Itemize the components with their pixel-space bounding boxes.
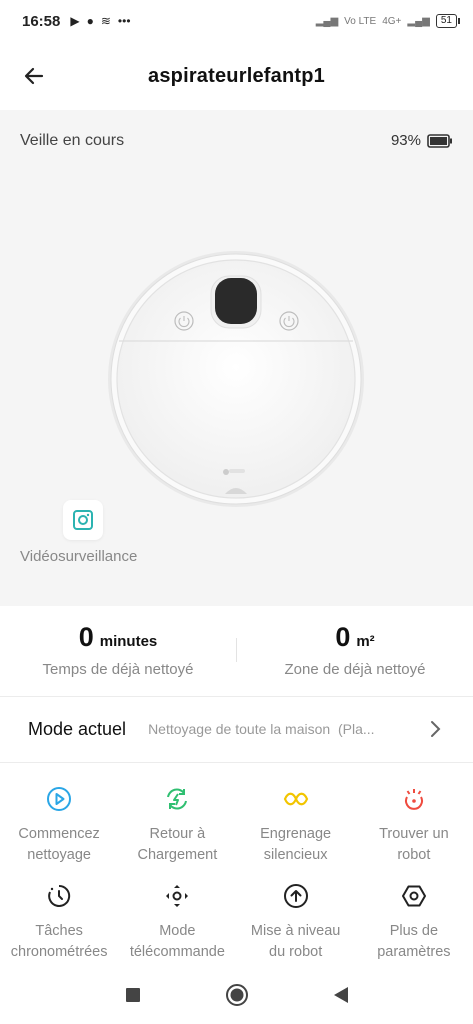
triangle-back-icon (333, 987, 348, 1003)
play-store-icon: ▶ (70, 14, 80, 28)
stat-area-value: 0 (335, 622, 351, 652)
signal-icon: ▂▄▆ (315, 15, 339, 27)
quiet-gear-icon (283, 792, 308, 806)
status-time: 16:58 (22, 12, 61, 30)
video-surveillance-button[interactable] (63, 500, 103, 540)
action-grid: Commencez nettoyage Retour à Chargement … (0, 770, 473, 964)
wind-icon: ≋ (100, 14, 111, 28)
page-title: aspirateurlefantp1 (148, 64, 325, 87)
upgrade-icon (283, 884, 308, 908)
circle-icon (225, 984, 248, 1006)
cleaning-stats: 0 minutes Temps de déjà nettoyé 0 m² Zon… (0, 606, 473, 696)
scheduled-tasks-button[interactable]: Tâches chronométrées (0, 867, 118, 964)
volte-badge: Vo LTE (344, 15, 377, 27)
chevron-right-icon (425, 719, 445, 739)
current-mode-row[interactable]: Mode actuel Nettoyage de toute la maison… (0, 697, 473, 761)
recents-button[interactable] (120, 982, 146, 1008)
remote-control-label: Mode télécommande (129, 923, 225, 960)
camera-icon (73, 510, 93, 530)
arrow-left-icon (24, 67, 44, 85)
header: aspirateurlefantp1 (0, 48, 473, 104)
play-circle-icon (47, 787, 72, 811)
divider (0, 762, 473, 763)
stat-time-value: 0 (78, 622, 94, 652)
more-icon: ••• (117, 14, 131, 28)
robot-upgrade-label: Mise à niveau du robot (250, 923, 341, 960)
mode-label: Mode actuel (28, 718, 127, 739)
remote-control-button[interactable]: Mode télécommande (118, 867, 236, 964)
timer-icon (48, 884, 71, 907)
remote-control-icon (166, 885, 189, 907)
messenger-icon: ● (86, 14, 94, 28)
battery-icon (427, 133, 452, 148)
video-surveillance-label: Vidéosurveillance (20, 548, 138, 565)
device-battery: 93% (391, 132, 453, 149)
signal-icon-2: ▂▄▆ (407, 15, 430, 27)
mode-value: Nettoyage de toute la maison (Pla... (148, 721, 375, 737)
stat-area-unit: m² (356, 633, 375, 650)
stat-time-label: Temps de déjà nettoyé (42, 661, 194, 678)
stat-area-label: Zone de déjà nettoyé (284, 661, 426, 678)
quiet-gear-button[interactable]: Engrenage silencieux (237, 770, 355, 867)
stat-time: 0 minutes Temps de déjà nettoyé (0, 606, 236, 696)
notification-icons: ▶ ● ≋ ••• (70, 14, 130, 28)
start-cleaning-button[interactable]: Commencez nettoyage (0, 770, 118, 867)
status-bar: 16:58 ▶ ● ≋ ••• ▂▄▆ Vo LTE 4G+ ▂▄▆ 51 (0, 0, 473, 42)
robot-upgrade-button[interactable]: Mise à niveau du robot (237, 867, 355, 964)
more-settings-button[interactable]: Plus de paramètres (355, 867, 473, 964)
device-battery-pct: 93% (390, 132, 421, 149)
recharge-icon (167, 788, 188, 810)
device-state: Veille en cours (20, 132, 125, 149)
back-nav-button[interactable] (328, 982, 354, 1008)
back-button[interactable] (18, 60, 50, 92)
phone-battery: 51 (435, 14, 461, 28)
find-robot-icon (404, 789, 423, 810)
more-settings-label: Plus de paramètres (377, 923, 451, 960)
return-charge-label: Retour à Chargement (137, 826, 218, 863)
stat-time-unit: minutes (99, 633, 158, 650)
home-button[interactable] (224, 982, 250, 1008)
start-cleaning-label: Commencez nettoyage (18, 826, 100, 863)
network-type: 4G+ (382, 15, 402, 27)
system-nav-bar (0, 966, 473, 1024)
find-robot-label: Trouver un robot (379, 826, 449, 863)
find-robot-button[interactable]: Trouver un robot (355, 770, 473, 867)
robot-image (108, 251, 364, 507)
stat-area: 0 m² Zone de déjà nettoyé (237, 606, 473, 696)
scheduled-tasks-label: Tâches chronométrées (10, 923, 108, 960)
return-charge-button[interactable]: Retour à Chargement (118, 770, 236, 867)
device-hero: Veille en cours 93% Vidéosurveillance (0, 110, 473, 606)
quiet-gear-label: Engrenage silencieux (260, 826, 332, 863)
square-icon (125, 988, 140, 1002)
settings-hex-icon (401, 885, 426, 907)
status-right: ▂▄▆ Vo LTE 4G+ ▂▄▆ 51 (315, 14, 461, 28)
